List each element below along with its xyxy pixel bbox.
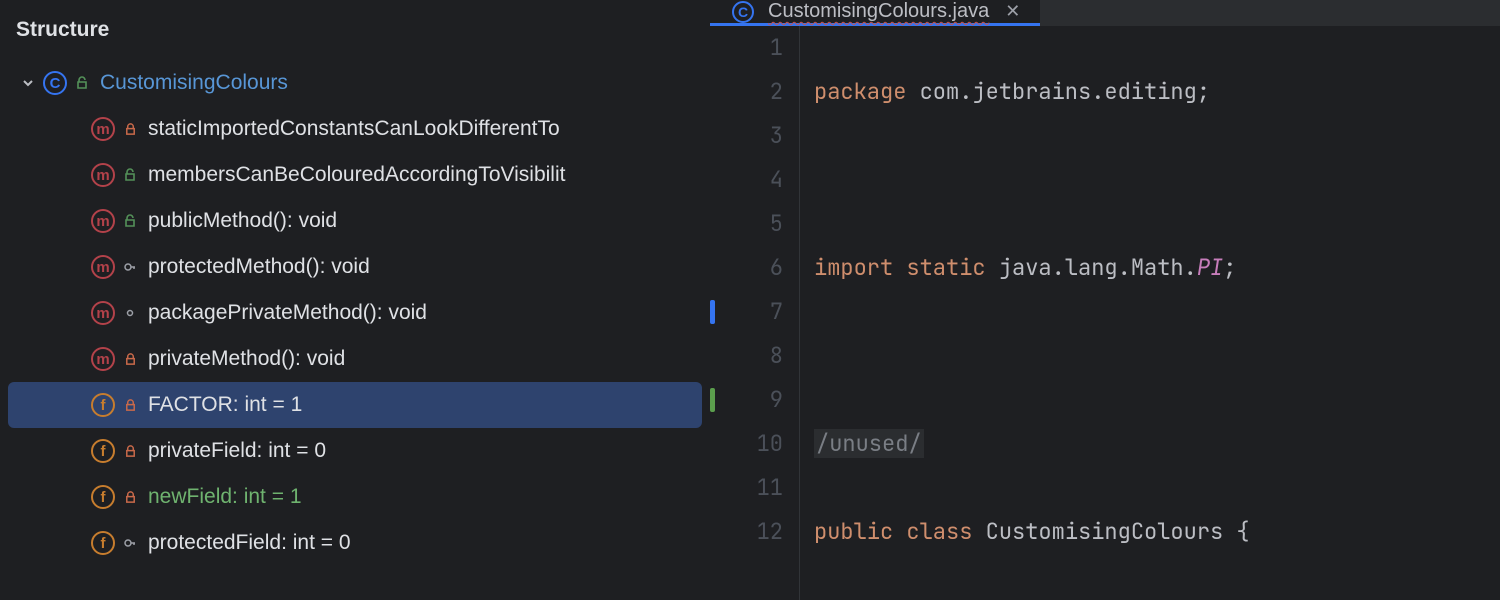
tree-item[interactable]: m membersCanBeColouredAccordingToVisibil… <box>0 152 710 198</box>
tree-item[interactable]: f protectedField: int = 0 <box>0 520 710 566</box>
tree-item-label: privateMethod(): void <box>142 347 345 371</box>
tree-item-label: privateField: int = 0 <box>142 439 326 463</box>
line-number: 7 <box>710 290 783 334</box>
field-icon: f <box>88 485 118 509</box>
private-lock-icon <box>118 353 142 366</box>
structure-tree: C CustomisingColours m staticImportedCon… <box>0 60 710 600</box>
tree-root-label: CustomisingColours <box>94 71 288 95</box>
line-number: 12 <box>710 510 783 554</box>
protected-key-icon <box>118 260 142 274</box>
method-icon: m <box>88 209 118 233</box>
code-content[interactable]: package com.jetbrains.editing; import st… <box>800 26 1500 600</box>
private-lock-icon <box>118 123 142 136</box>
package-visibility-icon <box>118 307 142 319</box>
line-number: 9 <box>710 378 783 422</box>
structure-panel: Structure C CustomisingColours m staticI… <box>0 0 710 600</box>
gutter: 1 2 3 4 5 6 7 8 9 10 11 12 <box>710 26 800 600</box>
tree-root-class[interactable]: C CustomisingColours <box>0 60 710 106</box>
line-number: 8 <box>710 334 783 378</box>
chevron-down-icon[interactable] <box>16 76 40 90</box>
method-icon: m <box>88 301 118 325</box>
tree-item-label: FACTOR: int = 1 <box>142 393 302 417</box>
line-number: 2 <box>710 70 783 114</box>
structure-title: Structure <box>0 0 710 60</box>
line-number: 6 <box>710 246 783 290</box>
line-number: 5 <box>710 202 783 246</box>
tree-item-label: packagePrivateMethod(): void <box>142 301 427 325</box>
class-icon: C <box>728 1 758 23</box>
line-number: 10 <box>710 422 783 466</box>
tree-item[interactable]: m packagePrivateMethod(): void <box>0 290 710 336</box>
tree-item[interactable]: f newField: int = 1 <box>0 474 710 520</box>
tree-item-label: publicMethod(): void <box>142 209 337 233</box>
method-icon: m <box>88 163 118 187</box>
public-lock-icon <box>118 214 142 228</box>
private-lock-icon <box>118 445 142 458</box>
line-number: 1 <box>710 26 783 70</box>
tree-item[interactable]: m protectedMethod(): void <box>0 244 710 290</box>
class-icon: C <box>40 71 70 95</box>
field-icon: f <box>88 393 118 417</box>
private-lock-icon <box>118 491 142 504</box>
line-number: 4 <box>710 158 783 202</box>
tab-bar: C CustomisingColours.java ✕ <box>710 0 1500 26</box>
tree-item-label: newField: int = 1 <box>142 485 302 509</box>
method-icon: m <box>88 255 118 279</box>
tree-item[interactable]: m privateMethod(): void <box>0 336 710 382</box>
field-icon: f <box>88 439 118 463</box>
tree-item-label: protectedMethod(): void <box>142 255 370 279</box>
line-number: 11 <box>710 466 783 510</box>
private-lock-icon <box>118 399 142 412</box>
close-tab-icon[interactable]: ✕ <box>999 1 1020 22</box>
line-number: 3 <box>710 114 783 158</box>
tab-filename: CustomisingColours.java <box>768 0 989 23</box>
method-icon: m <box>88 347 118 371</box>
field-icon: f <box>88 531 118 555</box>
change-marker-added-icon <box>710 388 715 412</box>
public-lock-icon <box>118 168 142 182</box>
tree-item[interactable]: m publicMethod(): void <box>0 198 710 244</box>
tree-item-label: protectedField: int = 0 <box>142 531 351 555</box>
tree-item-label: staticImportedConstantsCanLookDifferentT… <box>142 117 560 141</box>
editor-panel: C CustomisingColours.java ✕ 1 2 3 4 5 6 … <box>710 0 1500 600</box>
tree-item[interactable]: f privateField: int = 0 <box>0 428 710 474</box>
tree-item-selected[interactable]: f FACTOR: int = 1 <box>8 382 702 428</box>
tree-item[interactable]: m staticImportedConstantsCanLookDifferen… <box>0 106 710 152</box>
tab-customising-colours[interactable]: C CustomisingColours.java ✕ <box>710 0 1040 26</box>
change-marker-modified-icon <box>710 300 715 324</box>
code-editor[interactable]: 1 2 3 4 5 6 7 8 9 10 11 12 package com.j… <box>710 26 1500 600</box>
method-icon: m <box>88 117 118 141</box>
public-lock-icon <box>70 76 94 90</box>
tree-item-label: membersCanBeColouredAccordingToVisibilit <box>142 163 565 187</box>
protected-key-icon <box>118 536 142 550</box>
